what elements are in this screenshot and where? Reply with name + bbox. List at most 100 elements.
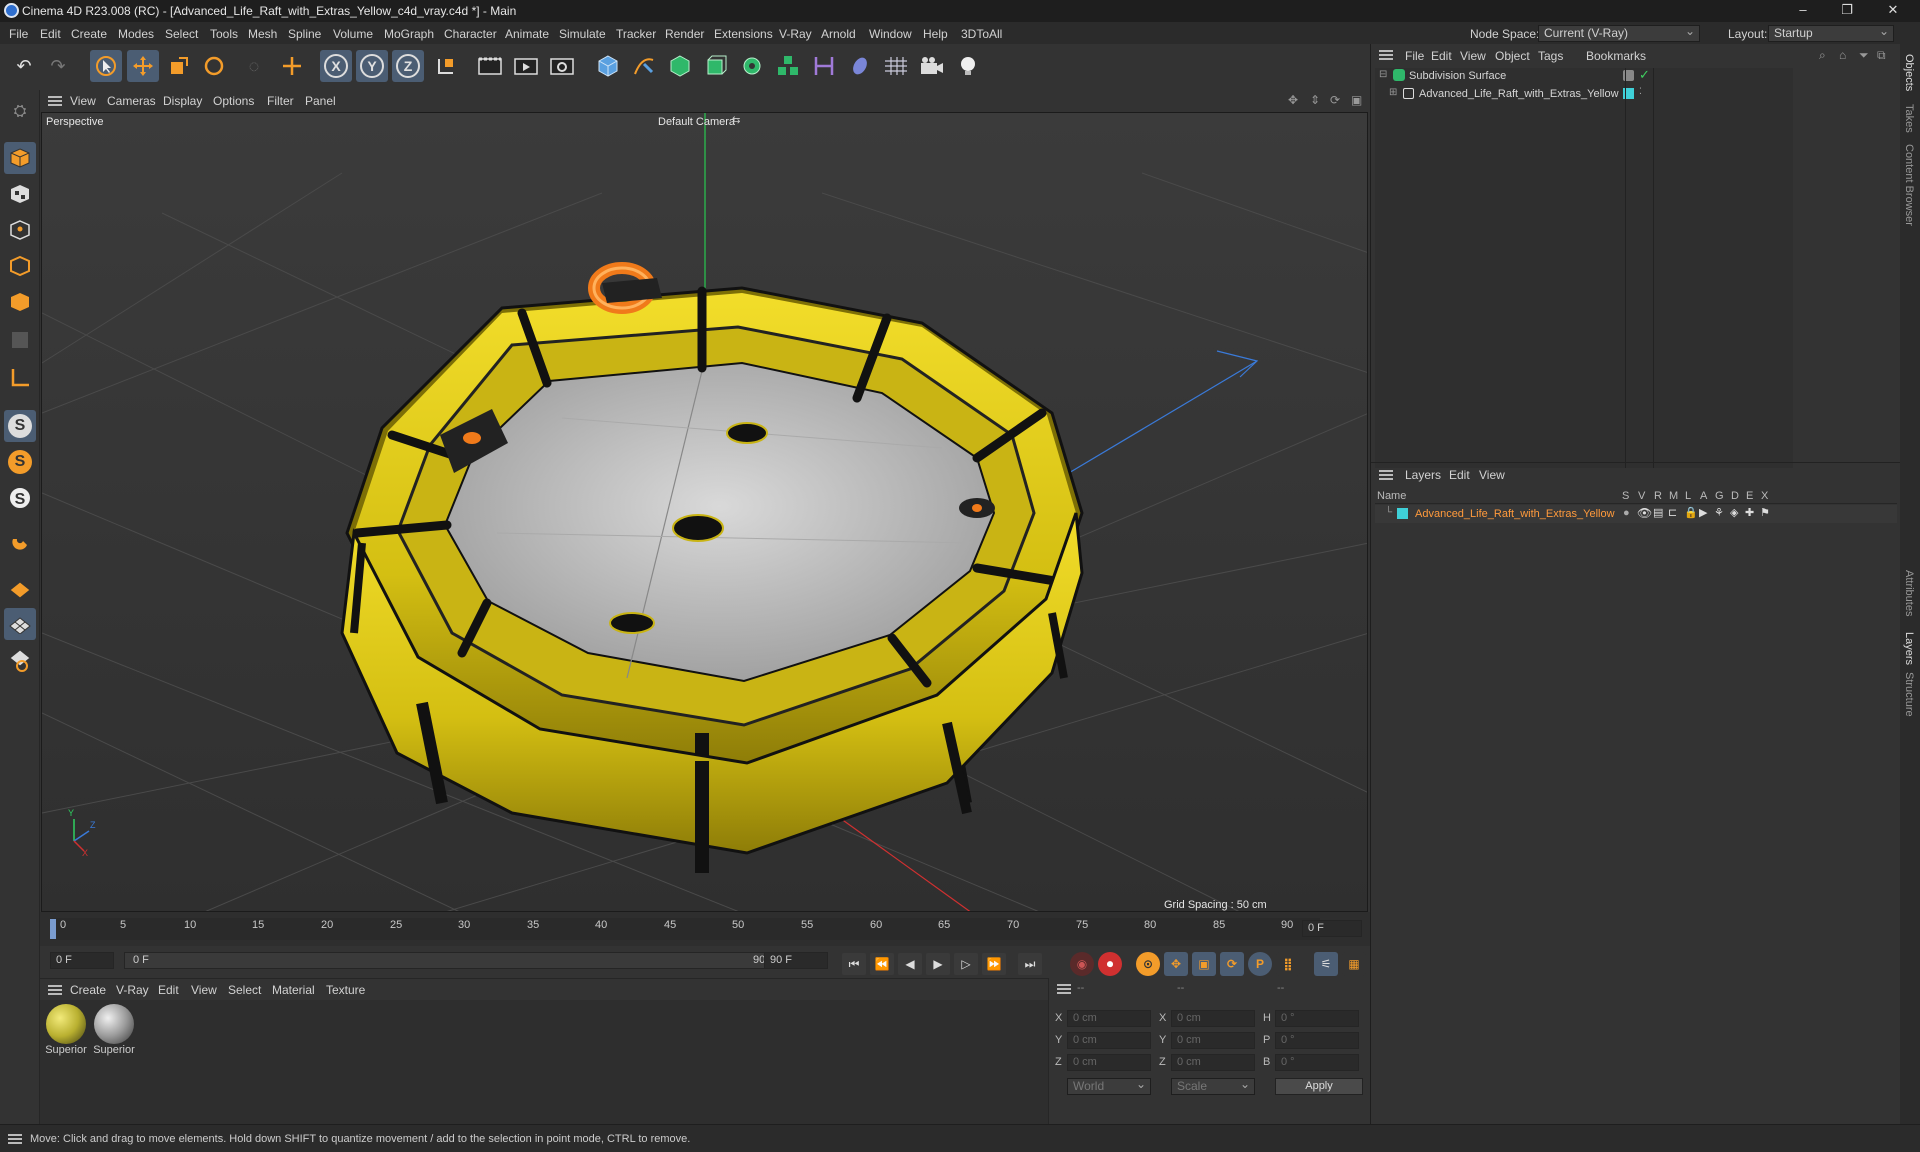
coordinates-hamburger-icon[interactable] [1057,984,1071,994]
rot-p-field[interactable]: 0 ° [1275,1032,1359,1049]
parameter-key-icon[interactable]: P [1248,952,1272,976]
layer-name[interactable]: Advanced_Life_Raft_with_Extras_Yellow [1415,508,1615,520]
layer-manager-icon[interactable]: ⊏ [1668,506,1677,519]
workplane-icon[interactable] [4,572,36,604]
paint-mode-icon[interactable]: ⛭ [4,96,36,128]
deformer-icon[interactable] [808,50,840,82]
layers-menu-view[interactable]: View [1479,468,1505,482]
autokey-icon[interactable]: ⏺ [1098,952,1122,976]
menu-mesh[interactable]: Mesh [248,27,277,41]
subdivision-surface-icon[interactable] [664,50,696,82]
expand-toggle-icon[interactable]: ⊟ [1379,69,1387,80]
locked-workplane-icon[interactable] [4,644,36,676]
objects-new-window-icon[interactable]: ⧉ [1877,48,1886,63]
previous-key-icon[interactable]: ⏪ [870,953,894,975]
viewport-hamburger-icon[interactable] [48,96,62,106]
model-mode-icon[interactable] [4,142,36,174]
render-to-picture-viewer-icon[interactable] [510,50,542,82]
menu-tools[interactable]: Tools [210,27,238,41]
layers-hamburger-icon[interactable] [1379,470,1393,480]
menu-animate[interactable]: Animate [505,27,549,41]
snap-quantize-icon[interactable]: S [4,482,36,514]
transform-icon[interactable] [276,50,308,82]
rotation-key-icon[interactable]: ⟳ [1220,952,1244,976]
film-strip-icon[interactable]: ▦ [1342,952,1366,976]
tab-content-browser[interactable]: Content Browser [1903,144,1915,226]
viewport-rotate-icon[interactable]: ⟳ [1330,93,1340,107]
layer-solo-icon[interactable]: ● [1623,507,1630,519]
layer-animation-icon[interactable]: ▶ [1699,506,1707,519]
menu-character[interactable]: Character [444,27,497,41]
objects-menu-view[interactable]: View [1460,49,1486,63]
layer-xref-icon[interactable]: ⚑ [1760,506,1770,519]
points-mode-icon[interactable] [4,214,36,246]
layer-row[interactable]: └ Advanced_Life_Raft_with_Extras_Yellow … [1375,505,1897,523]
layer-expressions-icon[interactable]: ✚ [1745,506,1754,519]
material-menu-select[interactable]: Select [228,983,261,997]
objects-search-icon[interactable]: ⌕ [1819,48,1826,63]
end-frame-field[interactable]: 90 F [764,952,828,969]
go-to-start-icon[interactable]: ⏮ [842,953,866,975]
y-axis-lock-icon[interactable]: Y [356,50,388,82]
objects-menu-tags[interactable]: Tags [1538,49,1563,63]
next-frame-icon[interactable]: ▷ [954,953,978,975]
tab-structure[interactable]: Structure [1903,672,1915,717]
pos-y-field[interactable]: 0 cm [1067,1032,1151,1049]
coordinate-system-icon[interactable] [430,50,462,82]
node-space-dropdown[interactable]: Current (V-Ray) [1538,24,1700,42]
rot-b-field[interactable]: 0 ° [1275,1054,1359,1071]
close-button[interactable]: ✕ [1876,2,1910,20]
snap-settings-icon[interactable]: S [4,446,36,478]
material-menu-edit[interactable]: Edit [158,983,179,997]
position-key-icon[interactable]: ✥ [1164,952,1188,976]
viewport-menu-panel[interactable]: Panel [305,94,336,108]
start-frame-field[interactable]: 0 F [50,952,114,969]
menu-volume[interactable]: Volume [333,27,373,41]
record-active-objects-icon[interactable]: ◉ [1070,952,1094,976]
menu-edit[interactable]: Edit [40,27,61,41]
material-menu-material[interactable]: Material [272,983,315,997]
objects-filter-icon[interactable]: ⏷ [1859,48,1869,63]
viewport-menu-filter[interactable]: Filter [267,94,294,108]
x-axis-lock-icon[interactable]: X [320,50,352,82]
objects-menu-file[interactable]: File [1405,49,1424,63]
tab-layers[interactable]: Layers [1903,632,1915,665]
live-selection-icon[interactable]: ◌ [238,50,270,82]
viewport-menu-options[interactable]: Options [213,94,254,108]
menu-select[interactable]: Select [165,27,198,41]
layout-dropdown[interactable]: Startup [1768,24,1894,42]
magnet-icon[interactable] [4,526,36,558]
material-swatch-yellow[interactable]: Superior [44,1004,88,1062]
layer-generators-icon[interactable]: ⚘ [1714,506,1724,519]
maximize-button[interactable]: ❐ [1830,2,1864,20]
objects-menu-edit[interactable]: Edit [1431,49,1452,63]
viewport-move-icon[interactable]: ✥ [1288,93,1298,107]
timeline-track[interactable] [50,918,1320,940]
viewport-maximize-icon[interactable]: ▣ [1351,93,1362,107]
pos-x-field[interactable]: 0 cm [1067,1010,1151,1027]
grid-icon[interactable] [4,608,36,640]
timeline-playhead[interactable] [50,919,56,939]
cloner-icon[interactable] [736,50,768,82]
viewport-menu-display[interactable]: Display [163,94,202,108]
visibility-dots-icon[interactable]: ⁚ [1639,86,1642,97]
expand-toggle-icon[interactable]: ⊞ [1389,87,1397,98]
menu-window[interactable]: Window [869,27,912,41]
go-to-end-icon[interactable]: ⏭ [1018,953,1042,975]
extrude-icon[interactable] [700,50,732,82]
select-tool-icon[interactable] [90,50,122,82]
size-y-field[interactable]: 0 cm [1171,1032,1255,1049]
minimize-button[interactable]: – [1786,2,1820,20]
undo-icon[interactable]: ↶ [8,50,40,82]
render-view-icon[interactable] [474,50,506,82]
objects-home-icon[interactable]: ⌂ [1839,48,1846,62]
menu-modes[interactable]: Modes [118,27,154,41]
status-hamburger-icon[interactable] [8,1134,22,1144]
edges-mode-icon[interactable] [4,250,36,282]
objects-menu-object[interactable]: Object [1495,49,1530,63]
texture-mode-icon[interactable] [4,178,36,210]
layer-color-swatch[interactable] [1397,508,1408,519]
menu-tracker[interactable]: Tracker [616,27,656,41]
menu-create[interactable]: Create [71,27,107,41]
viewport-zoom-icon[interactable]: ⇕ [1310,93,1320,107]
